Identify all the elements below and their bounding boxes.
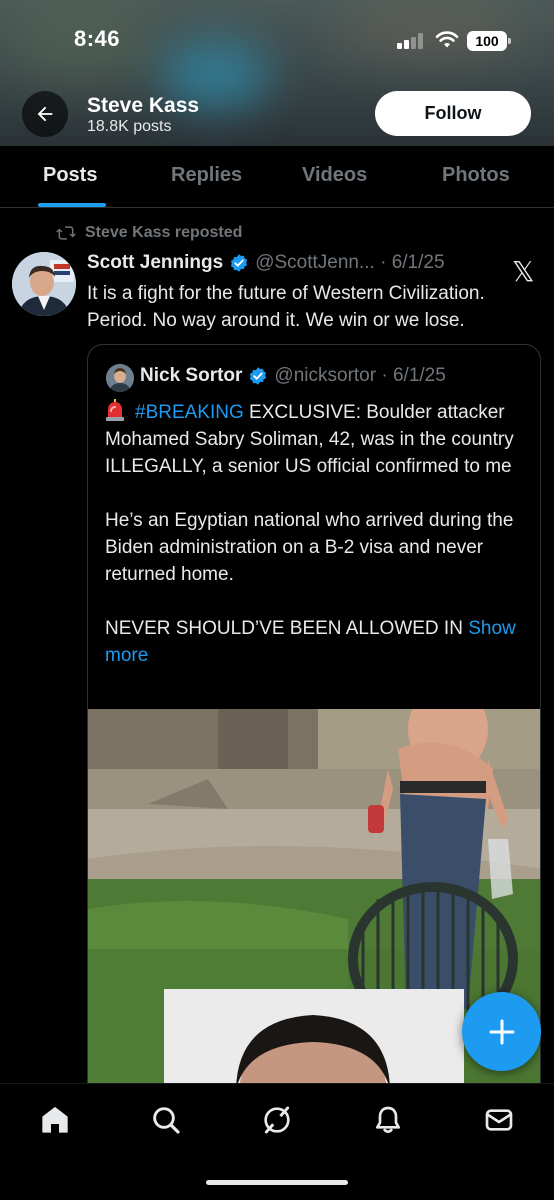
post-date[interactable]: 6/1/25 bbox=[392, 252, 445, 274]
post-author-name[interactable]: Scott Jennings bbox=[87, 252, 223, 274]
quote-paragraph-3: NEVER SHOULD’VE BEEN ALLOWED IN Show mor… bbox=[105, 615, 525, 669]
battery-indicator: 100 bbox=[467, 31, 511, 51]
repost-label: Steve Kass reposted bbox=[85, 224, 243, 241]
home-indicator bbox=[206, 1180, 348, 1185]
verified-badge-icon bbox=[231, 254, 248, 272]
quote-author-row: Nick Sortor @nicksortor · 6/1/25 bbox=[140, 365, 446, 387]
post-author-handle: @ScottJenn... bbox=[255, 252, 375, 273]
plus-icon bbox=[489, 1019, 514, 1044]
profile-posts-count: 18.8K posts bbox=[87, 118, 172, 135]
cellular-signal-icon bbox=[397, 33, 425, 49]
nav-notifications[interactable] bbox=[371, 1103, 405, 1137]
status-time: 8:46 bbox=[74, 26, 121, 51]
nav-messages[interactable] bbox=[482, 1103, 516, 1137]
wifi-icon bbox=[435, 31, 459, 48]
date-separator: · bbox=[376, 365, 393, 386]
follow-button[interactable]: Follow bbox=[375, 91, 531, 136]
compose-post-button[interactable] bbox=[462, 992, 541, 1071]
quote-author-name: Nick Sortor bbox=[140, 365, 243, 386]
verified-badge-icon bbox=[250, 367, 267, 385]
quote-paragraph-3-text: NEVER SHOULD’VE BEEN ALLOWED IN bbox=[105, 618, 463, 639]
repost-indicator[interactable]: Steve Kass reposted bbox=[55, 224, 242, 242]
profile-tabs: Posts Replies Videos Photos bbox=[0, 146, 554, 208]
quote-author-avatar bbox=[106, 364, 134, 392]
quote-paragraph-2: He’s an Egyptian national who arrived du… bbox=[105, 510, 514, 585]
quote-author-handle: @nicksortor bbox=[274, 365, 377, 386]
home-icon bbox=[42, 1106, 68, 1133]
arrow-left-icon bbox=[37, 106, 53, 122]
tab-replies[interactable]: Replies bbox=[171, 164, 242, 187]
nav-search[interactable] bbox=[149, 1103, 183, 1137]
tab-photos[interactable]: Photos bbox=[442, 164, 510, 187]
post-text: It is a fight for the future of Western … bbox=[87, 283, 485, 331]
repost-icon bbox=[56, 226, 76, 240]
date-separator: · bbox=[374, 252, 392, 273]
search-icon bbox=[153, 1107, 180, 1134]
profile-name: Steve Kass bbox=[87, 94, 200, 117]
notifications-icon bbox=[376, 1106, 400, 1133]
back-button[interactable] bbox=[22, 91, 68, 137]
quote-text: #BREAKING EXCLUSIVE: Boulder attacker Mo… bbox=[105, 399, 525, 696]
nav-home[interactable] bbox=[38, 1103, 72, 1137]
author-avatar[interactable] bbox=[12, 252, 76, 316]
breaking-hashtag-link[interactable]: #BREAKING bbox=[135, 402, 244, 423]
siren-emoji-icon bbox=[106, 399, 124, 421]
grok-icon bbox=[264, 1106, 290, 1134]
quote-paragraph-1: #BREAKING EXCLUSIVE: Boulder attacker Mo… bbox=[105, 399, 525, 480]
tab-videos[interactable]: Videos bbox=[302, 164, 367, 187]
quoted-post-card[interactable]: Nick Sortor @nicksortor · 6/1/25 #BREAKI… bbox=[87, 344, 541, 1104]
quote-date: 6/1/25 bbox=[392, 365, 446, 386]
nav-grok[interactable] bbox=[260, 1103, 294, 1137]
messages-icon bbox=[485, 1109, 513, 1131]
post-author-row[interactable]: Scott Jennings @ScottJenn... · 6/1/25 bbox=[87, 252, 467, 274]
active-tab-indicator bbox=[38, 203, 106, 207]
tab-posts[interactable]: Posts bbox=[43, 164, 97, 187]
